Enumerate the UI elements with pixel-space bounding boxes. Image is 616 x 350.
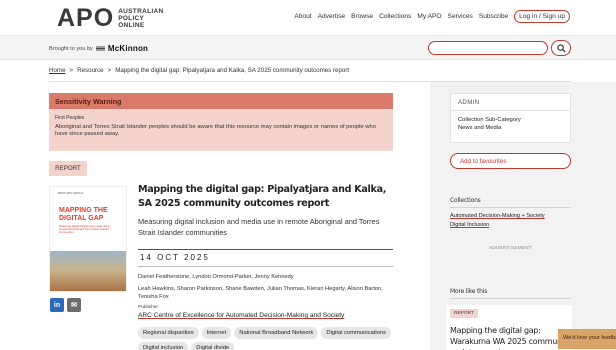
- breadcrumb-separator: >: [69, 67, 74, 74]
- publisher-label: Publisher: [138, 305, 158, 310]
- more-like-this-heading: More like this: [450, 288, 488, 295]
- cover-logos: RMIT ARC ADM+S: [58, 191, 84, 195]
- search-input[interactable]: [428, 41, 548, 55]
- topic-tag[interactable]: Internet: [201, 327, 232, 339]
- sensitivity-warning-body: First Peoples Aboriginal and Torres Stra…: [49, 109, 393, 151]
- main-nav: About Advertise Browse Collections My AP…: [294, 10, 570, 23]
- related-type-tag: REPORT: [450, 309, 478, 318]
- authors-secondary: Leah Hawkins, Sharon Parkinson, Shane Ba…: [138, 286, 383, 300]
- divider: [138, 249, 393, 250]
- breadcrumb-home[interactable]: Home: [49, 67, 66, 74]
- divider: [138, 266, 393, 267]
- topic-tag[interactable]: Digital communications: [321, 327, 391, 339]
- top-header: APO AUSTRALIAN POLICY ONLINE About Adver…: [0, 0, 616, 36]
- linkedin-share-icon[interactable]: in: [50, 298, 64, 312]
- breadcrumb-separator: >: [107, 67, 112, 74]
- search-button[interactable]: [551, 40, 571, 56]
- logo-subtitle-line: POLICY: [118, 14, 145, 22]
- nav-services[interactable]: Services: [448, 13, 473, 20]
- report-subtitle: Measuring digital inclusion and media us…: [138, 217, 380, 237]
- login-button[interactable]: Log in / Sign up: [514, 10, 570, 23]
- warning-text: Aboriginal and Torres Strait Islander pe…: [55, 123, 376, 138]
- admin-box: ADMIN Collection Sub-Category News and M…: [450, 93, 571, 143]
- logo-subtitle: AUSTRALIAN POLICY ONLINE: [118, 8, 163, 29]
- report-cover-image[interactable]: RMIT ARC ADM+S MAPPING THE DIGITAL GAP M…: [49, 186, 127, 292]
- sponsor-credit: Brought to you by McKinnon: [49, 44, 148, 53]
- divider: [450, 207, 571, 208]
- cover-subtitle: Measuring digital inclusion and media us…: [59, 225, 110, 234]
- breadcrumb: Home > Resource > Mapping the digital ga…: [49, 67, 349, 74]
- sensitivity-warning-title: Sensitivity Warning: [49, 93, 393, 109]
- nav-browse[interactable]: Browse: [351, 13, 373, 20]
- topic-tags: Regional disparities Internet National B…: [138, 327, 398, 350]
- nav-my-apo[interactable]: My APO: [417, 13, 441, 20]
- collection-link[interactable]: Automated Decision-Making + Society: [450, 213, 545, 219]
- topic-tag[interactable]: Regional disparities: [138, 327, 199, 339]
- authors-primary: Daniel Featherstone, Lyndon Ormond-Parke…: [138, 274, 294, 280]
- search-icon: [556, 43, 566, 53]
- feedback-button[interactable]: We'd love your feedback: [558, 329, 616, 349]
- warning-label: First Peoples: [55, 115, 85, 121]
- admin-line: Collection Sub-Category: [458, 117, 521, 123]
- email-share-icon[interactable]: ✉: [67, 298, 81, 312]
- logo-subtitle-line: ONLINE: [118, 21, 145, 29]
- logo-text: APO: [57, 4, 115, 32]
- nav-advertise[interactable]: Advertise: [318, 13, 346, 20]
- publication-date: 14 OCT 2025: [140, 253, 210, 262]
- nav-about[interactable]: About: [294, 13, 311, 20]
- resource-type-tag[interactable]: REPORT: [49, 161, 87, 176]
- cover-title: MAPPING THE DIGITAL GAP: [59, 207, 108, 222]
- topic-tag[interactable]: Digital divide: [191, 342, 235, 350]
- breadcrumb-resource[interactable]: Resource: [77, 67, 103, 74]
- add-to-favourites-button[interactable]: Add to favourites: [450, 153, 571, 169]
- divider: [450, 298, 571, 299]
- collections-heading: Collections: [450, 197, 481, 204]
- cover-photo: [50, 251, 126, 291]
- admin-line: News and Media: [458, 125, 502, 131]
- breadcrumb-current: Mapping the digital gap: Pipalyatjara an…: [115, 67, 350, 74]
- brought-text: Brought to you by: [49, 45, 93, 52]
- admin-details: Collection Sub-Category News and Media: [451, 111, 570, 137]
- topic-tag[interactable]: National Broadband Network: [234, 327, 319, 339]
- mckinnon-logo-icon: [95, 46, 105, 51]
- collection-link[interactable]: Digital Inclusion: [450, 222, 489, 228]
- nav-collections[interactable]: Collections: [379, 13, 411, 20]
- nav-subscribe[interactable]: Subscribe: [479, 13, 508, 20]
- topic-tag[interactable]: Digital inclusion: [138, 342, 189, 350]
- sponsor-name[interactable]: McKinnon: [108, 44, 148, 53]
- logo-subtitle-line: AUSTRALIAN: [118, 7, 164, 15]
- related-resource-card[interactable]: REPORT Mapping the digital gap: Warakurn…: [446, 305, 572, 350]
- publisher-link[interactable]: ARC Centre of Excellence for Automated D…: [138, 312, 344, 319]
- admin-title: ADMIN: [451, 94, 570, 111]
- apo-logo[interactable]: APO AUSTRALIAN POLICY ONLINE: [57, 5, 163, 31]
- report-title: Mapping the digital gap: Pipalyatjara an…: [138, 184, 387, 209]
- advertisement-label: ADVERTISEMENT: [489, 245, 532, 250]
